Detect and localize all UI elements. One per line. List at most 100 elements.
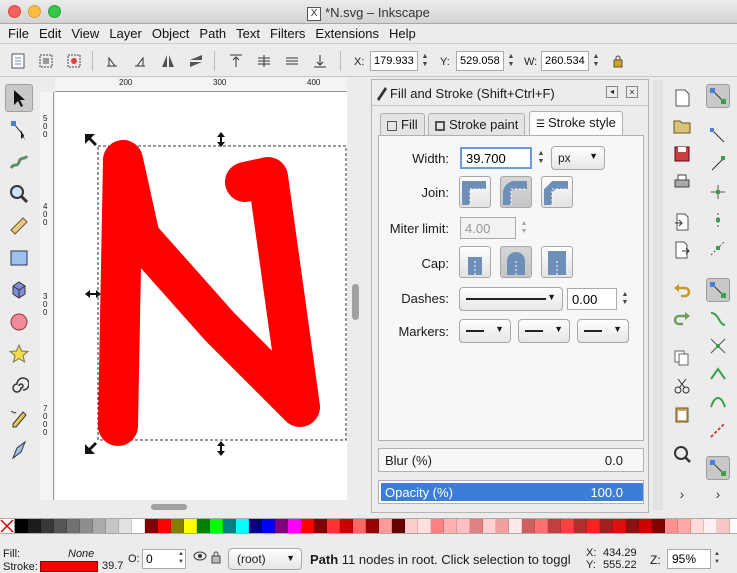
x-input[interactable] — [370, 51, 418, 71]
horizontal-scroll-thumb[interactable] — [151, 504, 187, 510]
n-shape-path[interactable] — [98, 140, 320, 446]
color-swatch[interactable] — [431, 519, 444, 533]
lower-to-bottom-icon[interactable] — [310, 51, 330, 71]
snap-bbox-edges-icon[interactable] — [706, 152, 730, 176]
snap-nodes-icon[interactable] — [706, 278, 730, 302]
copy-icon[interactable] — [670, 346, 694, 370]
color-swatch[interactable] — [613, 519, 626, 533]
ellipse-tool-icon[interactable] — [5, 308, 33, 336]
color-swatch[interactable] — [678, 519, 691, 533]
close-dialog-button[interactable]: × — [626, 86, 638, 98]
blur-slider[interactable]: Blur (%) 0.0 — [378, 448, 644, 472]
color-swatch[interactable] — [67, 519, 80, 533]
color-swatch[interactable] — [457, 519, 470, 533]
enable-snapping-icon[interactable] — [706, 84, 730, 108]
opacity-slider[interactable]: Opacity (%) 100.0 — [378, 480, 644, 504]
cut-icon[interactable] — [670, 374, 694, 398]
snap-path-intersections-icon[interactable] — [706, 334, 730, 358]
color-swatch[interactable] — [704, 519, 717, 533]
snap-page-border-icon[interactable] — [706, 456, 730, 480]
color-swatch[interactable] — [223, 519, 236, 533]
mid-marker-select[interactable]: ▼ — [518, 319, 570, 343]
undo-icon[interactable] — [670, 278, 694, 302]
menu-path[interactable]: Path — [197, 24, 234, 43]
y-input[interactable] — [456, 51, 504, 71]
snap-bbox-midpoints-icon[interactable] — [706, 208, 730, 232]
color-swatch[interactable] — [665, 519, 678, 533]
select-all-layers-icon[interactable] — [36, 51, 56, 71]
flip-vertical-icon[interactable] — [186, 51, 206, 71]
color-swatch[interactable] — [509, 519, 522, 533]
color-swatch[interactable] — [574, 519, 587, 533]
horizontal-scrollbar[interactable] — [55, 500, 347, 514]
save-icon[interactable] — [670, 142, 694, 166]
measure-tool-icon[interactable] — [5, 212, 33, 240]
color-swatch[interactable] — [145, 519, 158, 533]
tab-fill[interactable]: Fill — [380, 113, 425, 135]
color-swatch[interactable] — [353, 519, 366, 533]
pen-tool-icon[interactable] — [5, 436, 33, 464]
color-swatch[interactable] — [600, 519, 613, 533]
dock-splitter[interactable] — [364, 80, 368, 510]
drawing-canvas[interactable] — [55, 92, 347, 500]
color-swatch[interactable] — [405, 519, 418, 533]
color-swatch[interactable] — [340, 519, 353, 533]
color-swatch[interactable] — [626, 519, 639, 533]
color-swatch[interactable] — [106, 519, 119, 533]
menu-file[interactable]: File — [6, 24, 37, 43]
menu-object[interactable]: Object — [150, 24, 198, 43]
color-swatch[interactable] — [444, 519, 457, 533]
square-cap-button[interactable] — [541, 246, 573, 278]
color-swatch[interactable] — [210, 519, 223, 533]
color-swatch[interactable] — [470, 519, 483, 533]
color-swatch[interactable] — [15, 519, 28, 533]
miter-join-button[interactable] — [459, 176, 491, 208]
lock-layer-icon[interactable] — [210, 550, 222, 567]
open-folder-icon[interactable] — [670, 114, 694, 138]
dash-pattern-select[interactable]: ▼ — [459, 287, 563, 311]
3d-box-tool-icon[interactable] — [5, 276, 33, 304]
iconify-dialog-button[interactable]: ◂ — [606, 86, 618, 98]
snap-smooth-nodes-icon[interactable] — [706, 390, 730, 414]
color-swatch[interactable] — [236, 519, 249, 533]
import-icon[interactable] — [670, 210, 694, 234]
paste-icon[interactable] — [670, 402, 694, 426]
dock-scrollbar[interactable] — [653, 80, 663, 510]
stroke-color-indicator[interactable] — [40, 561, 98, 572]
new-document-icon[interactable] — [670, 86, 694, 110]
color-swatch[interactable] — [158, 519, 171, 533]
color-swatch[interactable] — [522, 519, 535, 533]
color-swatch[interactable] — [652, 519, 665, 533]
more-commands-icon[interactable]: › — [670, 482, 694, 506]
color-swatch[interactable] — [119, 519, 132, 533]
bevel-join-button[interactable] — [541, 176, 573, 208]
color-swatch[interactable] — [249, 519, 262, 533]
hide-layer-icon[interactable] — [193, 550, 207, 565]
opacity-spinner[interactable]: ▲ ▼ — [178, 550, 184, 566]
color-swatch[interactable] — [327, 519, 340, 533]
fill-indicator[interactable]: None — [68, 548, 94, 560]
invert-selection-icon[interactable] — [64, 51, 84, 71]
menu-text[interactable]: Text — [234, 24, 268, 43]
menu-edit[interactable]: Edit — [37, 24, 69, 43]
y-spinner[interactable]: ▲ ▼ — [505, 51, 517, 71]
butt-cap-button[interactable] — [459, 246, 491, 278]
color-swatch[interactable] — [639, 519, 652, 533]
vertical-scroll-thumb[interactable] — [352, 284, 359, 320]
color-swatch[interactable] — [691, 519, 704, 533]
color-swatch[interactable] — [197, 519, 210, 533]
no-paint-swatch[interactable] — [0, 519, 15, 533]
spiral-tool-icon[interactable] — [5, 372, 33, 400]
color-swatch[interactable] — [379, 519, 392, 533]
color-swatch[interactable] — [366, 519, 379, 533]
color-swatch[interactable] — [54, 519, 67, 533]
zoom-spinner[interactable]: ▲ ▼ — [714, 550, 720, 566]
menu-extensions[interactable]: Extensions — [313, 24, 387, 43]
w-spinner[interactable]: ▲ ▼ — [590, 51, 602, 71]
print-icon[interactable] — [670, 170, 694, 194]
flip-horizontal-icon[interactable] — [158, 51, 178, 71]
miter-limit-input[interactable] — [460, 217, 516, 239]
stroke-width-indicator[interactable]: 39.7 — [102, 560, 123, 572]
raise-to-top-icon[interactable] — [226, 51, 246, 71]
rectangle-tool-icon[interactable] — [5, 244, 33, 272]
